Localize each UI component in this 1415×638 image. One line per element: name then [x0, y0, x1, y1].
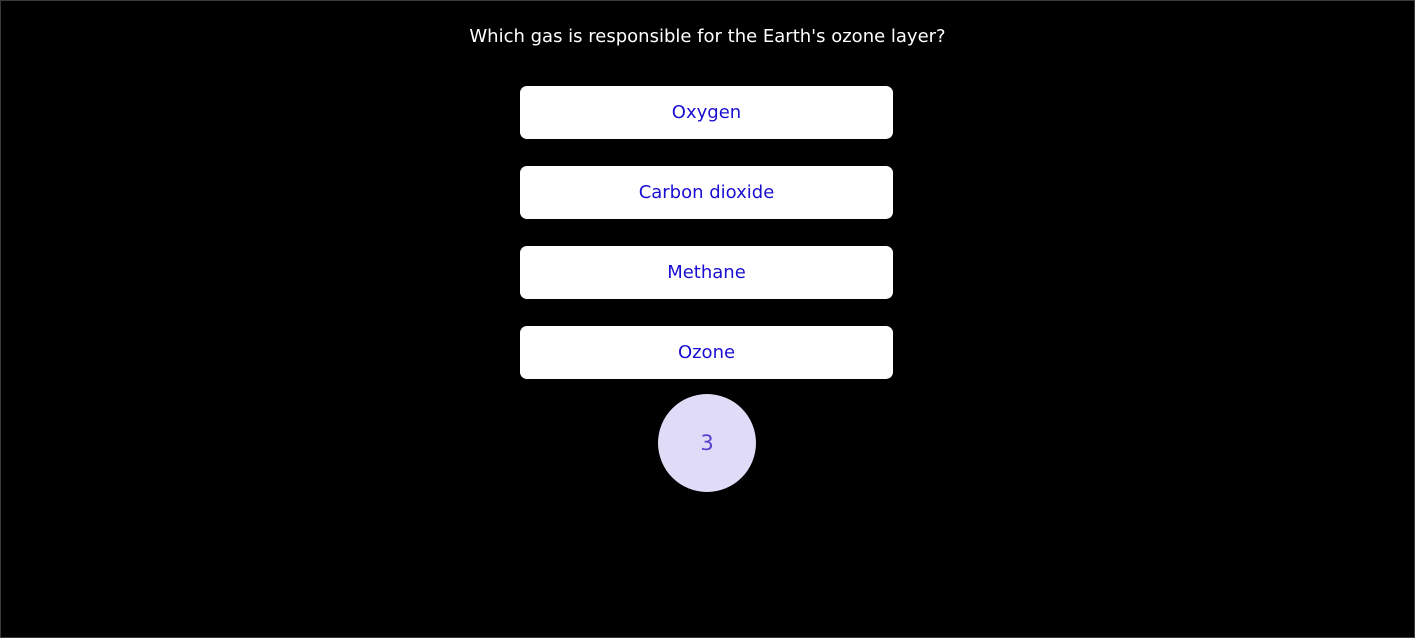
answer-option-carbon-dioxide[interactable]: Carbon dioxide [520, 166, 893, 219]
countdown-timer: 3 [658, 394, 756, 492]
answer-option-oxygen[interactable]: Oxygen [520, 86, 893, 139]
question-text: Which gas is responsible for the Earth's… [469, 26, 946, 47]
quiz-screen: Which gas is responsible for the Earth's… [0, 0, 1415, 638]
answer-option-ozone[interactable]: Ozone [520, 326, 893, 379]
answer-list: Oxygen Carbon dioxide Methane Ozone [520, 86, 893, 379]
answer-option-methane[interactable]: Methane [520, 246, 893, 299]
